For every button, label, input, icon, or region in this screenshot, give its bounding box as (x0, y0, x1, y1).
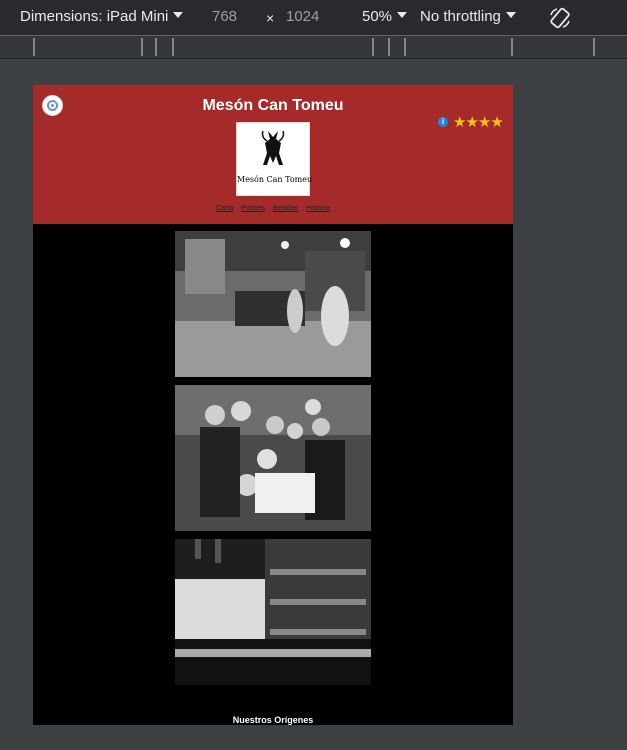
zoom-dropdown[interactable]: 50% (362, 8, 408, 25)
section-caption: Nuestros Orígenes (232, 715, 314, 725)
chevron-down-icon (397, 12, 408, 19)
nav-link-postres[interactable]: Postres (241, 205, 265, 212)
bar-interior-photo (175, 231, 371, 377)
nav-link-carta[interactable]: Carta (216, 205, 233, 212)
nav-link-historia[interactable]: Historia (306, 205, 330, 212)
logo-text: Mesón Can Tomeu (237, 175, 313, 184)
ruler-tick (33, 38, 35, 56)
bull-logo-icon (261, 130, 285, 165)
ruler-tick (172, 38, 174, 56)
site-header: Mesón Can Tomeu i ★★★★ Mesón Can Tomeu C… (33, 85, 513, 224)
height-input[interactable]: 1024 (286, 8, 319, 25)
info-icon[interactable]: i (438, 117, 448, 127)
nav-link-bebidas[interactable]: Bebidas (273, 205, 298, 212)
ruler-tick (511, 38, 513, 56)
staff-group-photo (175, 385, 371, 531)
rotate-icon[interactable] (548, 6, 572, 30)
times-icon: × (266, 10, 275, 26)
ruler-tick (155, 38, 157, 56)
devtools-toolbar: Dimensions: iPad Mini 768 × 1024 50% No … (0, 0, 627, 35)
width-input[interactable]: 768 (212, 8, 237, 25)
rating-stars: ★★★★ (453, 114, 504, 131)
ruler-tick (593, 38, 595, 56)
site-nav: Carta Postres Bebidas Historia (33, 205, 513, 212)
ruler-tick (141, 38, 143, 56)
throttling-dropdown[interactable]: No throttling (420, 8, 516, 25)
device-dimensions-dropdown[interactable]: Dimensions: iPad Mini (20, 8, 184, 25)
ruler-tick (404, 38, 406, 56)
throttling-label: No throttling (420, 8, 501, 25)
zoom-label: 50% (362, 8, 393, 25)
media-query-ruler (0, 35, 627, 59)
bar-shelves-photo (175, 539, 371, 685)
chevron-down-icon (505, 12, 516, 19)
device-viewport: Mesón Can Tomeu i ★★★★ Mesón Can Tomeu C… (33, 85, 513, 725)
ruler-tick (372, 38, 374, 56)
restaurant-logo[interactable]: Mesón Can Tomeu (236, 122, 313, 196)
ruler-tick (388, 38, 390, 56)
rating: i ★★★★ (438, 113, 504, 131)
device-label: Dimensions: iPad Mini (20, 8, 169, 25)
chevron-down-icon (173, 12, 184, 19)
